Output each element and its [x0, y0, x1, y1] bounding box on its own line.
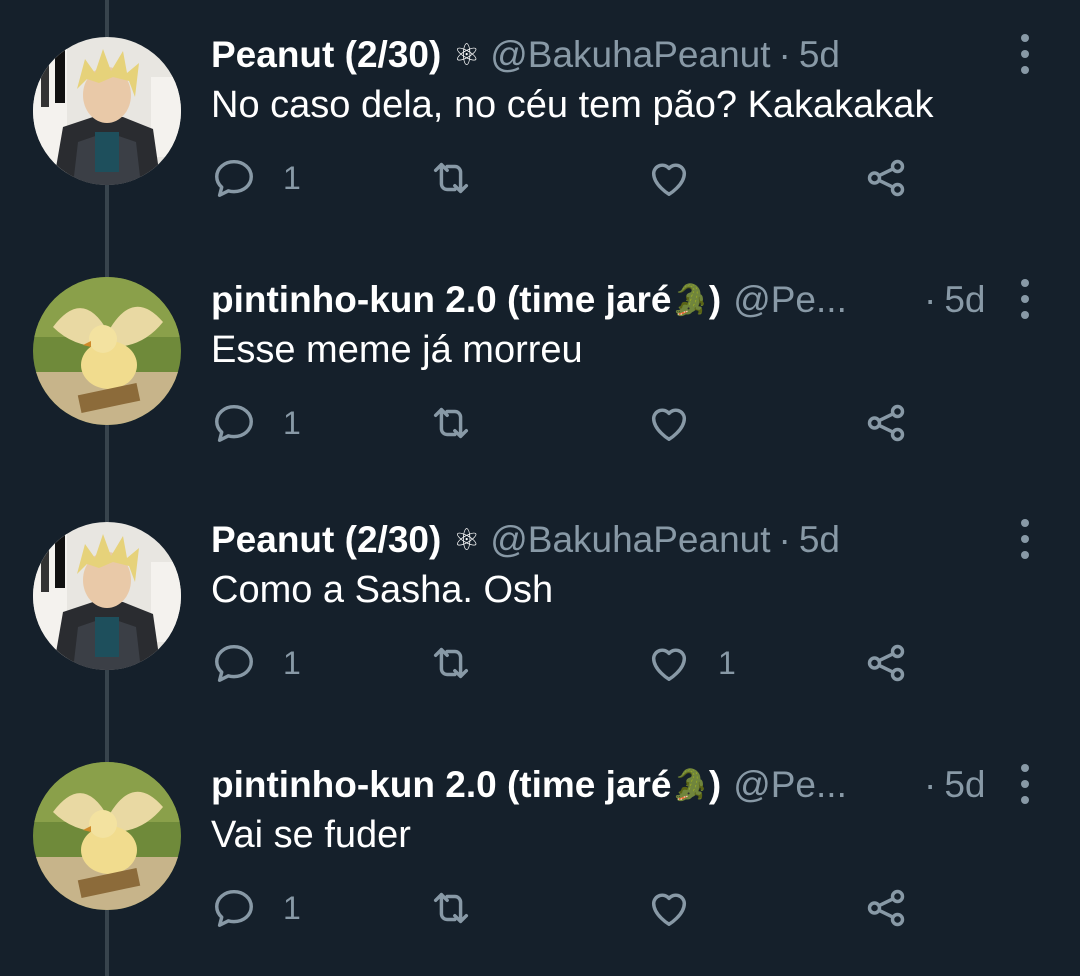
- reply-icon: [215, 644, 253, 682]
- separator-dot: ·: [778, 519, 791, 560]
- reply-count: 1: [283, 159, 301, 196]
- tweet-actions: 1: [211, 148, 1031, 208]
- tweet[interactable]: pintinho-kun 2.0 (time jaré 🐊 ) @Pe... ·…: [0, 275, 1080, 495]
- heart-icon: [651, 408, 687, 442]
- separator-dot: ·: [924, 279, 937, 320]
- user-handle[interactable]: @Pe...: [733, 764, 847, 806]
- display-name[interactable]: pintinho-kun 2.0 (time jaré: [211, 764, 672, 806]
- display-name-suffix: ): [708, 764, 722, 805]
- crocodile-emoji: 🐊: [671, 768, 709, 802]
- more-options-icon[interactable]: [1010, 279, 1040, 319]
- separator-dot: ·: [924, 764, 937, 805]
- like-button[interactable]: [646, 393, 718, 453]
- user-handle[interactable]: @BakuhaPeanut: [490, 34, 770, 76]
- avatar[interactable]: [33, 277, 181, 425]
- heart-icon: [651, 893, 687, 927]
- share-icon: [867, 644, 905, 682]
- reply-icon: [215, 159, 253, 197]
- anime-character-avatar: [33, 522, 181, 670]
- more-options-icon[interactable]: [1010, 519, 1040, 559]
- tweet-actions: 1 1: [211, 633, 1031, 693]
- like-button[interactable]: [646, 878, 718, 938]
- share-icon: [867, 404, 905, 442]
- retweet-icon: [433, 892, 469, 924]
- retweet-button[interactable]: [428, 633, 500, 693]
- reply-icon: [215, 404, 253, 442]
- share-button[interactable]: [863, 148, 909, 208]
- share-icon: [867, 159, 905, 197]
- share-button[interactable]: [863, 878, 909, 938]
- retweet-icon: [433, 162, 469, 194]
- tweet-text: Esse meme já morreu: [211, 329, 583, 371]
- retweet-button[interactable]: [428, 148, 500, 208]
- reply-button[interactable]: 1: [211, 878, 301, 938]
- user-handle[interactable]: @BakuhaPeanut: [490, 519, 770, 561]
- reply-count: 1: [283, 889, 301, 926]
- separator-dot: ·: [778, 34, 791, 75]
- anime-character-avatar: [33, 37, 181, 185]
- tweet-text: Como a Sasha. Osh: [211, 569, 554, 611]
- reply-button[interactable]: 1: [211, 633, 301, 693]
- crocodile-emoji: 🐊: [671, 283, 709, 317]
- retweet-button[interactable]: [428, 393, 500, 453]
- user-handle[interactable]: @Pe...: [733, 279, 847, 321]
- more-options-icon[interactable]: [1010, 764, 1040, 804]
- avatar[interactable]: [33, 37, 181, 185]
- avatar[interactable]: [33, 522, 181, 670]
- share-button[interactable]: [863, 633, 909, 693]
- heart-icon: [651, 648, 687, 682]
- tweet-actions: 1: [211, 393, 1031, 453]
- reply-icon: [215, 889, 253, 927]
- display-name[interactable]: pintinho-kun 2.0 (time jaré: [211, 279, 672, 321]
- like-button[interactable]: [646, 148, 718, 208]
- display-name[interactable]: Peanut (2/30): [211, 34, 441, 76]
- chick-photo-avatar: [33, 277, 181, 425]
- tweet[interactable]: Peanut (2/30) ⚛ @BakuhaPeanut · 5d Como …: [0, 515, 1080, 735]
- chick-photo-avatar: [33, 762, 181, 910]
- more-options-icon[interactable]: [1010, 34, 1040, 74]
- display-name[interactable]: Peanut (2/30): [211, 519, 441, 561]
- like-button[interactable]: 1: [646, 633, 736, 693]
- reply-button[interactable]: 1: [211, 148, 301, 208]
- timestamp[interactable]: 5d: [799, 519, 840, 561]
- share-icon: [867, 889, 905, 927]
- reply-count: 1: [283, 644, 301, 681]
- tweet-actions: 1: [211, 878, 1031, 938]
- retweet-icon: [433, 647, 469, 679]
- atom-icon: ⚛: [453, 523, 481, 557]
- avatar[interactable]: [33, 762, 181, 910]
- retweet-button[interactable]: [428, 878, 500, 938]
- atom-icon: ⚛: [453, 38, 481, 72]
- display-name-suffix: ): [708, 279, 722, 320]
- timestamp[interactable]: 5d: [944, 764, 985, 806]
- reply-count: 1: [283, 404, 301, 441]
- tweet-text: Vai se fuder: [211, 814, 411, 856]
- like-count: 1: [718, 644, 736, 681]
- timestamp[interactable]: 5d: [799, 34, 840, 76]
- tweet-text: No caso dela, no céu tem pão? Kakakakak: [211, 84, 934, 126]
- heart-icon: [651, 163, 687, 197]
- share-button[interactable]: [863, 393, 909, 453]
- retweet-icon: [433, 407, 469, 439]
- tweet[interactable]: Peanut (2/30) ⚛ @BakuhaPeanut · 5d No ca…: [0, 30, 1080, 250]
- reply-button[interactable]: 1: [211, 393, 301, 453]
- timestamp[interactable]: 5d: [944, 279, 985, 321]
- tweet[interactable]: pintinho-kun 2.0 (time jaré 🐊 ) @Pe... ·…: [0, 760, 1080, 976]
